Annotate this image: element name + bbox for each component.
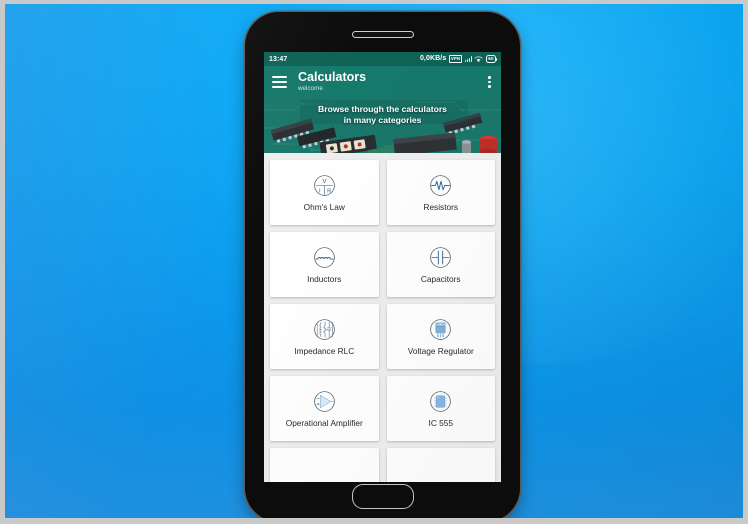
battery-icon: 60	[485, 55, 498, 63]
ic-555-icon	[430, 390, 452, 412]
wifi-icon	[474, 56, 483, 63]
voltage-regulator-icon	[430, 318, 452, 340]
op-amp-icon	[313, 390, 335, 412]
card-inductors[interactable]: Inductors	[270, 232, 379, 297]
card-label: Voltage Regulator	[407, 345, 474, 356]
card-ic-555[interactable]: IC 555	[386, 376, 495, 441]
overflow-menu-icon[interactable]	[486, 74, 493, 90]
card-partial-row-left[interactable]	[270, 448, 379, 482]
desktop-frame: 13:47 0,0KB/s VPN 60 Calculators welcome…	[0, 0, 748, 524]
app-bar: Calculators welcome	[264, 66, 501, 98]
card-label: Inductors	[307, 273, 342, 284]
card-partial-row-right[interactable]	[386, 448, 495, 482]
resistor-icon	[430, 174, 452, 196]
card-impedance-rlc[interactable]: Impedance RLC	[270, 304, 379, 369]
banner-line-2: in many categories	[343, 115, 422, 126]
app-bar-titles: Calculators welcome	[298, 69, 486, 94]
status-indicators: 0,0KB/s VPN 60	[419, 54, 498, 64]
card-resistors[interactable]: Resistors	[386, 160, 495, 225]
svg-text:I: I	[319, 188, 321, 194]
network-speed-label: 0,0KB/s	[419, 55, 447, 63]
svg-text:V: V	[322, 178, 327, 185]
signal-bars-icon	[464, 55, 472, 63]
phone-device-frame: 13:47 0,0KB/s VPN 60 Calculators welcome…	[245, 12, 520, 518]
card-ohms-law[interactable]: V I R Ohm's Law	[270, 160, 379, 225]
calculator-list-scroll[interactable]: V I R Ohm's Law Resistors Inductors Capa…	[264, 153, 501, 482]
home-button[interactable]	[351, 484, 414, 509]
card-label: Impedance RLC	[294, 345, 355, 356]
page-subtitle: welcome	[298, 85, 323, 93]
card-label: Resistors	[423, 201, 459, 212]
banner-line-1: Browse through the calculators	[318, 104, 447, 114]
impedance-rlc-icon	[313, 318, 335, 340]
earpiece-speaker	[351, 31, 414, 38]
page-title: Calculators	[298, 69, 367, 84]
card-voltage-regulator[interactable]: Voltage Regulator	[386, 304, 495, 369]
desktop-wallpaper: 13:47 0,0KB/s VPN 60 Calculators welcome…	[5, 4, 743, 518]
hamburger-menu-icon[interactable]	[272, 76, 287, 88]
banner-caption: Browse through the calculators in many c…	[264, 98, 501, 153]
card-label: IC 555	[428, 417, 453, 428]
status-bar: 13:47 0,0KB/s VPN 60	[264, 52, 501, 66]
card-label: Operational Amplifier	[285, 417, 363, 428]
inductor-icon	[313, 246, 335, 268]
card-label: Ohm's Law	[303, 201, 345, 212]
card-capacitors[interactable]: Capacitors	[386, 232, 495, 297]
capacitor-icon	[430, 246, 452, 268]
status-time: 13:47	[269, 55, 288, 63]
ohms-law-icon: V I R	[313, 174, 335, 196]
phone-screen: 13:47 0,0KB/s VPN 60 Calculators welcome…	[264, 52, 501, 482]
svg-text:R: R	[327, 188, 331, 194]
promo-banner: Browse through the calculators in many c…	[264, 98, 501, 153]
card-label: Capacitors	[420, 273, 461, 284]
calculator-grid: V I R Ohm's Law Resistors Inductors Capa…	[270, 153, 495, 482]
vpn-icon: VPN	[448, 54, 463, 64]
card-operational-amplifier[interactable]: Operational Amplifier	[270, 376, 379, 441]
